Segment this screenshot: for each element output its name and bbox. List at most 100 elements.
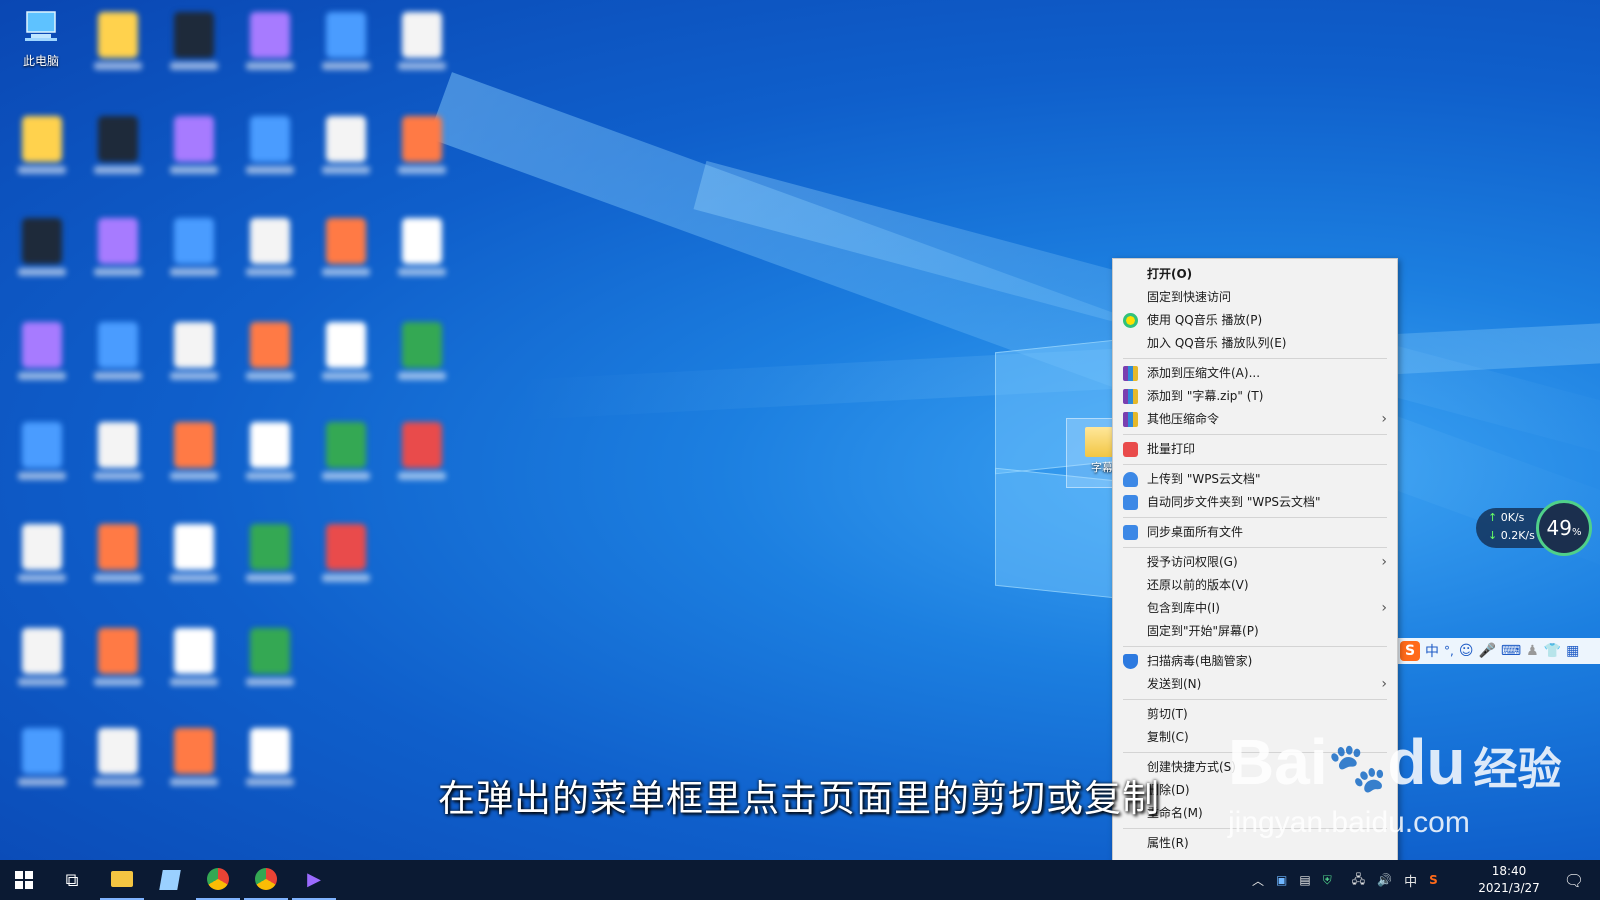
desktop-shortcut[interactable]: [10, 416, 74, 504]
chevron-right-icon: ›: [1381, 676, 1387, 692]
menu-item-1-0[interactable]: 添加到压缩文件(A)...: [1113, 362, 1397, 385]
menu-item-5-0[interactable]: 授予访问权限(G) ›: [1113, 551, 1397, 574]
clock[interactable]: 18:40 2021/3/27: [1474, 863, 1544, 897]
menu-item-5-3[interactable]: 固定到"开始"屏幕(P): [1113, 620, 1397, 643]
action-center-button[interactable]: 🗨: [1552, 860, 1596, 900]
desktop-shortcut[interactable]: [238, 6, 302, 94]
taskbar-file-explorer[interactable]: [100, 860, 144, 900]
taskbar-video-player[interactable]: ▶: [292, 860, 336, 900]
menu-item-7-0[interactable]: 剪切(T): [1113, 703, 1397, 726]
menu-item-3-0[interactable]: 上传到 "WPS云文档": [1113, 468, 1397, 491]
desktop-shortcut[interactable]: [162, 6, 226, 94]
user-icon[interactable]: ♟: [1526, 643, 1539, 659]
menu-separator: [1123, 547, 1387, 548]
desktop-shortcut[interactable]: [390, 416, 454, 504]
tray-sogou-icon[interactable]: S: [1429, 873, 1438, 887]
desktop-shortcut[interactable]: [162, 518, 226, 606]
taskbar-chrome-1[interactable]: [196, 860, 240, 900]
desktop-shortcut[interactable]: [162, 416, 226, 504]
desktop-shortcut[interactable]: [314, 6, 378, 94]
keyboard-icon[interactable]: ⌨: [1501, 643, 1521, 659]
network-icon[interactable]: 🖧: [1352, 870, 1365, 891]
desktop-shortcut[interactable]: [238, 212, 302, 300]
desktop-shortcut[interactable]: [238, 518, 302, 606]
task-view-button[interactable]: ⧉: [50, 860, 94, 900]
desktop-shortcut[interactable]: [390, 110, 454, 198]
notification-icon: 🗨: [1563, 870, 1585, 890]
desktop-shortcut[interactable]: [162, 110, 226, 198]
menu-item-5-2[interactable]: 包含到库中(I) ›: [1113, 597, 1397, 620]
menu-item-6-0[interactable]: 扫描病毒(电脑管家): [1113, 650, 1397, 673]
shortcut-label: [170, 472, 218, 480]
taskbar-notes-app[interactable]: [148, 860, 192, 900]
desktop-shortcut[interactable]: [162, 212, 226, 300]
tray-language[interactable]: 中: [1404, 871, 1417, 890]
ime-mode[interactable]: 中: [1425, 641, 1439, 661]
desktop-shortcut[interactable]: [314, 416, 378, 504]
sogou-logo-icon[interactable]: S: [1400, 641, 1420, 661]
skin-icon[interactable]: 👕: [1544, 643, 1561, 659]
menu-item-label: 自动同步文件夹到 "WPS云文档": [1147, 495, 1321, 509]
desktop-shortcut[interactable]: [162, 622, 226, 710]
chevron-up-icon[interactable]: ︿: [1252, 872, 1264, 889]
desktop-shortcut[interactable]: [238, 316, 302, 404]
desktop-shortcut[interactable]: [390, 316, 454, 404]
menu-item-1-1[interactable]: 添加到 "字幕.zip" (T): [1113, 385, 1397, 408]
desktop-shortcut[interactable]: [86, 316, 150, 404]
desktop-shortcut[interactable]: [86, 6, 150, 94]
desktop-shortcut[interactable]: [10, 316, 74, 404]
desktop-shortcut[interactable]: [86, 622, 150, 710]
selected-folder[interactable]: 字幕: [1066, 418, 1114, 488]
desktop-shortcut[interactable]: [86, 722, 150, 810]
desktop-shortcut[interactable]: [162, 316, 226, 404]
app-icon: [98, 322, 138, 368]
start-button[interactable]: [2, 860, 46, 900]
desktop-shortcut[interactable]: [10, 722, 74, 810]
desktop-shortcut[interactable]: [390, 212, 454, 300]
ime-toolbar[interactable]: S 中 °, ☺ 🎤 ⌨ ♟ 👕 ▦: [1396, 638, 1600, 664]
desktop-shortcut[interactable]: [238, 722, 302, 810]
menu-item-label: 加入 QQ音乐 播放队列(E): [1147, 336, 1287, 350]
menu-item-4-0[interactable]: 同步桌面所有文件: [1113, 521, 1397, 544]
toolbox-icon[interactable]: ▦: [1566, 643, 1579, 659]
microphone-icon[interactable]: 🎤: [1478, 643, 1495, 659]
menu-item-0-2[interactable]: 使用 QQ音乐 播放(P): [1113, 309, 1397, 332]
menu-item-5-1[interactable]: 还原以前的版本(V): [1113, 574, 1397, 597]
ime-punctuation[interactable]: °,: [1444, 644, 1454, 658]
desktop-shortcut[interactable]: [162, 722, 226, 810]
menu-item-0-1[interactable]: 固定到快速访问: [1113, 286, 1397, 309]
desktop-shortcut[interactable]: [10, 518, 74, 606]
desktop-shortcut[interactable]: [86, 518, 150, 606]
emoji-icon[interactable]: ☺: [1459, 643, 1474, 659]
menu-item-6-1[interactable]: 发送到(N) ›: [1113, 673, 1397, 696]
desktop-shortcut[interactable]: [86, 110, 150, 198]
desktop-shortcut[interactable]: [314, 316, 378, 404]
desktop-shortcut[interactable]: [238, 416, 302, 504]
menu-item-2-0[interactable]: 批量打印: [1113, 438, 1397, 461]
desktop-shortcut[interactable]: [86, 212, 150, 300]
menu-item-1-2[interactable]: 其他压缩命令 ›: [1113, 408, 1397, 431]
desktop-shortcut[interactable]: [238, 110, 302, 198]
tray-app-icon[interactable]: ▣: [1276, 873, 1287, 887]
menu-item-0-3[interactable]: 加入 QQ音乐 播放队列(E): [1113, 332, 1397, 355]
menu-item-3-1[interactable]: 自动同步文件夹到 "WPS云文档": [1113, 491, 1397, 514]
tray-shield-icon[interactable]: ⛨: [1323, 873, 1332, 888]
desktop-shortcut[interactable]: [390, 6, 454, 94]
desktop-shortcut[interactable]: [10, 622, 74, 710]
network-speed-widget[interactable]: ↑ 0K/s ↓ 0.2K/s 49%: [1476, 500, 1594, 556]
taskbar-chrome-2[interactable]: [244, 860, 288, 900]
desktop-shortcut[interactable]: [10, 212, 74, 300]
shortcut-label: [246, 778, 294, 786]
shortcut-label: [94, 472, 142, 480]
folder-icon: [1085, 427, 1113, 457]
desktop-shortcut[interactable]: [10, 110, 74, 198]
desktop-shortcut[interactable]: [314, 110, 378, 198]
desktop-shortcut[interactable]: [86, 416, 150, 504]
desktop-shortcut[interactable]: [314, 518, 378, 606]
tray-monitor-icon[interactable]: ▤: [1299, 873, 1310, 887]
volume-icon[interactable]: 🔊: [1377, 873, 1392, 887]
menu-item-0-0[interactable]: 打开(O): [1113, 263, 1397, 286]
desktop-shortcut[interactable]: [314, 212, 378, 300]
winrar-icon: [1123, 366, 1138, 381]
desktop-shortcut[interactable]: [238, 622, 302, 710]
